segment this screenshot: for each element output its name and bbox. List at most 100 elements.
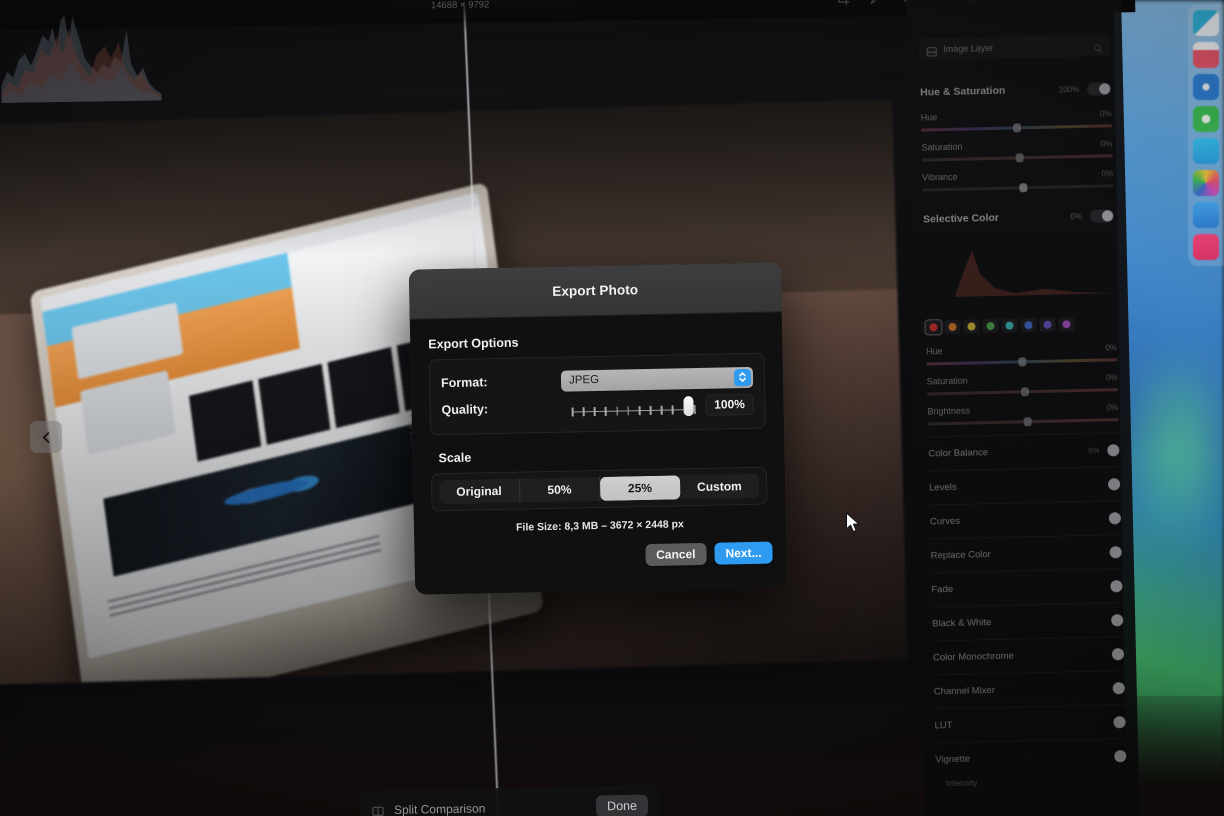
sidebar-group-title: Selective Color bbox=[922, 211, 1000, 226]
scale-option-original[interactable]: Original bbox=[439, 478, 520, 505]
selective-color-toggle[interactable] bbox=[1089, 208, 1115, 223]
slider-knob[interactable] bbox=[1017, 357, 1027, 367]
sidebar-group-title: Hue & Saturation bbox=[920, 84, 1006, 99]
quality-ticks bbox=[571, 405, 696, 417]
next-button[interactable]: Next... bbox=[714, 541, 773, 565]
finder-icon[interactable] bbox=[1193, 10, 1219, 36]
mouse-cursor bbox=[845, 512, 860, 533]
sidebar-item-label: Fade bbox=[931, 583, 954, 596]
messages-icon[interactable] bbox=[1193, 138, 1219, 164]
enable-dot-icon[interactable] bbox=[1110, 579, 1123, 592]
brush-icon[interactable] bbox=[868, 0, 883, 5]
enable-dot-icon[interactable] bbox=[1107, 443, 1120, 456]
dialog-footer: Cancel Next... bbox=[414, 531, 787, 594]
enable-dot-icon[interactable] bbox=[1114, 749, 1127, 762]
chevron-updown-icon[interactable] bbox=[733, 368, 752, 386]
done-button[interactable]: Done bbox=[595, 794, 649, 816]
sidebar-item-black-and-white[interactable]: Black & White bbox=[932, 602, 1124, 640]
scale-segmented-control[interactable]: Original 50% 25% Custom bbox=[439, 473, 760, 505]
split-comparison-label[interactable]: Split Comparison bbox=[394, 801, 486, 816]
slider-knob[interactable] bbox=[1023, 417, 1032, 427]
sidebar-item-color-balance[interactable]: Color Balance 0% bbox=[928, 432, 1120, 470]
slider-sc-hue[interactable]: Hue 0% bbox=[925, 342, 1118, 367]
slider-value: 0% bbox=[1100, 139, 1113, 149]
scale-option-custom[interactable]: Custom bbox=[679, 474, 759, 500]
slider-hue[interactable]: Hue 0% bbox=[921, 108, 1113, 133]
swatch-blue[interactable] bbox=[1020, 318, 1037, 333]
sidebar-item-levels[interactable]: Levels bbox=[929, 466, 1121, 504]
slider-label: Hue bbox=[925, 346, 943, 357]
swatch-orange[interactable] bbox=[944, 319, 961, 335]
facetime-icon[interactable] bbox=[1193, 106, 1219, 132]
sidebar-item-label: Levels bbox=[929, 481, 957, 494]
image-layer-icon bbox=[926, 44, 937, 57]
slider-track[interactable] bbox=[921, 123, 1113, 133]
enable-dot-icon[interactable] bbox=[1108, 511, 1122, 524]
search-icon[interactable] bbox=[1093, 40, 1103, 53]
quality-slider-thumb[interactable] bbox=[683, 396, 694, 417]
enable-dot-icon[interactable] bbox=[1112, 681, 1125, 694]
quality-slider[interactable] bbox=[569, 394, 697, 419]
swatch-green[interactable] bbox=[982, 318, 999, 334]
scale-heading: Scale bbox=[438, 450, 472, 466]
sidebar-item-channel-mixer[interactable]: Channel Mixer bbox=[933, 670, 1125, 708]
slider-knob[interactable] bbox=[1012, 123, 1021, 133]
sidebar-item-replace-color[interactable]: Replace Color bbox=[930, 534, 1122, 572]
swatch-cyan[interactable] bbox=[1001, 318, 1018, 333]
dialog-body: Export Options Format: JPEG Quality: 100… bbox=[410, 312, 786, 535]
slider-sc-saturation[interactable]: Saturation 0% bbox=[926, 372, 1119, 397]
slider-label: Vibrance bbox=[921, 171, 958, 183]
sidebar-item-fade[interactable]: Fade bbox=[931, 568, 1123, 606]
crop-icon[interactable] bbox=[835, 0, 850, 6]
slider-track[interactable] bbox=[922, 183, 1114, 193]
layer-search-field[interactable]: Image Layer bbox=[918, 34, 1111, 61]
sidebar-item-label: Replace Color bbox=[930, 549, 992, 562]
enable-dot-icon[interactable] bbox=[1111, 647, 1125, 660]
selective-color-swatches[interactable] bbox=[924, 316, 1116, 336]
histogram bbox=[1, 14, 162, 103]
slider-track[interactable] bbox=[926, 387, 1119, 397]
swatch-red[interactable] bbox=[924, 319, 943, 336]
format-label: Format: bbox=[440, 375, 488, 391]
hue-saturation-toggle[interactable] bbox=[1086, 81, 1112, 96]
appstore-icon[interactable] bbox=[1193, 202, 1219, 228]
screen: Photo Edit 01.NEF 14688 × 9792 Share bbox=[0, 0, 1224, 816]
scale-option-25[interactable]: 25% bbox=[599, 475, 680, 501]
previous-photo-button[interactable] bbox=[29, 420, 63, 454]
music-icon[interactable] bbox=[1193, 234, 1219, 260]
sidebar-item-value: 0% bbox=[1088, 445, 1100, 455]
slider-knob[interactable] bbox=[1020, 387, 1029, 397]
sidebar-item-lut[interactable]: LUT bbox=[934, 704, 1126, 742]
slider-vibrance[interactable]: Vibrance 0% bbox=[921, 168, 1114, 193]
document-dimensions: 14688 × 9792 bbox=[430, 0, 490, 12]
swatch-yellow[interactable] bbox=[963, 319, 980, 334]
compare-icon[interactable] bbox=[372, 804, 384, 816]
slider-knob[interactable] bbox=[1019, 183, 1028, 193]
sidebar-group-selective-color[interactable]: Selective Color 0% bbox=[922, 205, 1115, 229]
cancel-button[interactable]: Cancel bbox=[644, 542, 707, 567]
swatch-magenta[interactable] bbox=[1058, 317, 1075, 332]
enable-dot-icon[interactable] bbox=[1109, 545, 1122, 558]
slider-saturation[interactable]: Saturation 0% bbox=[921, 138, 1113, 163]
export-options-heading: Export Options bbox=[428, 335, 519, 352]
sidebar-group-hue-saturation[interactable]: Hue & Saturation 100% bbox=[920, 78, 1112, 102]
slider-knob[interactable] bbox=[1015, 153, 1024, 163]
calendar-icon[interactable] bbox=[1193, 42, 1219, 68]
safari-icon[interactable] bbox=[1193, 74, 1219, 100]
sidebar-item-curves[interactable]: Curves bbox=[930, 500, 1122, 538]
photos-icon[interactable] bbox=[1193, 170, 1219, 196]
scale-option-50[interactable]: 50% bbox=[519, 476, 601, 503]
enable-dot-icon[interactable] bbox=[1107, 477, 1121, 490]
slider-track[interactable] bbox=[927, 417, 1119, 427]
bottom-toolbar: Split Comparison Done bbox=[359, 785, 661, 816]
slider-sc-brightness[interactable]: Brightness 0% bbox=[927, 402, 1119, 427]
slider-value: 0% bbox=[1105, 343, 1118, 353]
sidebar-item-vignette[interactable]: Vignette bbox=[935, 738, 1127, 776]
enable-dot-icon[interactable] bbox=[1111, 613, 1124, 626]
format-select[interactable]: JPEG bbox=[560, 366, 754, 392]
enable-dot-icon[interactable] bbox=[1113, 715, 1126, 728]
slider-track[interactable] bbox=[926, 357, 1118, 367]
sidebar-item-color-monochrome[interactable]: Color Monochrome bbox=[933, 636, 1125, 674]
swatch-indigo[interactable] bbox=[1039, 317, 1056, 332]
slider-track[interactable] bbox=[921, 153, 1113, 163]
